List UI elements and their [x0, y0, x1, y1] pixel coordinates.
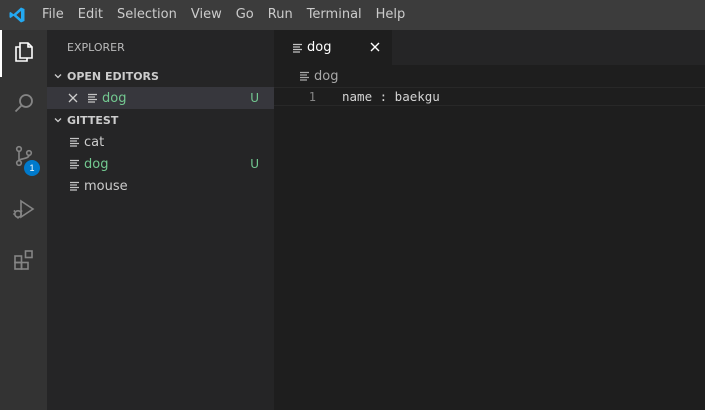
- file-lines-icon: [290, 43, 304, 53]
- menu-go[interactable]: Go: [229, 0, 261, 30]
- open-editor-item[interactable]: dog U: [47, 87, 274, 109]
- code-line[interactable]: 1 name : baekgu: [274, 87, 705, 106]
- run-debug-activity-button[interactable]: [0, 187, 47, 234]
- editor-tab[interactable]: dog: [274, 30, 392, 65]
- menu-help[interactable]: Help: [369, 0, 413, 30]
- breadcrumb-item[interactable]: dog: [314, 69, 338, 84]
- vscode-logo-icon: [0, 0, 34, 30]
- file-tree-item-dog[interactable]: dog U: [47, 153, 274, 175]
- file-tree-item-cat[interactable]: cat: [47, 131, 274, 153]
- menu-file[interactable]: File: [34, 0, 71, 30]
- source-control-activity-button[interactable]: 1: [0, 134, 47, 181]
- tab-label: dog: [307, 40, 332, 55]
- editor-tabs: dog: [274, 30, 705, 65]
- menu-selection[interactable]: Selection: [110, 0, 184, 30]
- breadcrumb: dog: [274, 65, 705, 87]
- chevron-down-icon: [47, 115, 67, 125]
- editor-group: dog dog 1 name : baekgu: [274, 30, 705, 410]
- file-lines-icon: [67, 159, 81, 169]
- close-icon[interactable]: [367, 39, 383, 55]
- menu-edit[interactable]: Edit: [71, 0, 110, 30]
- extensions-activity-button[interactable]: [0, 238, 47, 285]
- open-editors-label: OPEN EDITORS: [67, 69, 159, 83]
- code-text[interactable]: name : baekgu: [342, 89, 440, 104]
- open-editor-file-name: dog: [102, 90, 127, 106]
- line-number: 1: [308, 89, 316, 104]
- file-lines-icon: [297, 71, 311, 81]
- project-folder-label: GITTEST: [67, 113, 119, 127]
- file-lines-icon: [67, 137, 81, 147]
- menu-run[interactable]: Run: [261, 0, 300, 30]
- run-debug-icon: [12, 197, 36, 225]
- explorer-sidebar: EXPLORER OPEN EDITORS dog U GITTEST cat …: [47, 30, 274, 410]
- files-icon: [12, 40, 36, 68]
- source-control-badge: 1: [24, 160, 40, 176]
- extensions-icon: [12, 248, 36, 276]
- explorer-activity-button[interactable]: [0, 30, 47, 77]
- sidebar-title: EXPLORER: [67, 41, 125, 54]
- menu-view[interactable]: View: [184, 0, 229, 30]
- file-name: mouse: [84, 178, 128, 194]
- open-editors-header[interactable]: OPEN EDITORS: [47, 65, 274, 87]
- search-activity-button[interactable]: [0, 81, 47, 128]
- menu-bar: File Edit Selection View Go Run Terminal…: [34, 0, 412, 30]
- file-name: dog: [84, 156, 109, 172]
- file-tree-item-mouse[interactable]: mouse: [47, 175, 274, 197]
- project-folder-header[interactable]: GITTEST: [47, 109, 274, 131]
- untracked-status-badge: U: [250, 91, 259, 105]
- close-editor-icon[interactable]: [65, 93, 81, 103]
- file-lines-icon: [85, 93, 99, 103]
- menu-terminal[interactable]: Terminal: [300, 0, 369, 30]
- activity-bar: 1: [0, 30, 47, 410]
- file-lines-icon: [67, 181, 81, 191]
- file-name: cat: [84, 134, 105, 150]
- title-bar: File Edit Selection View Go Run Terminal…: [0, 0, 705, 30]
- search-icon: [12, 91, 36, 119]
- chevron-down-icon: [47, 71, 67, 81]
- untracked-status-badge: U: [250, 157, 259, 171]
